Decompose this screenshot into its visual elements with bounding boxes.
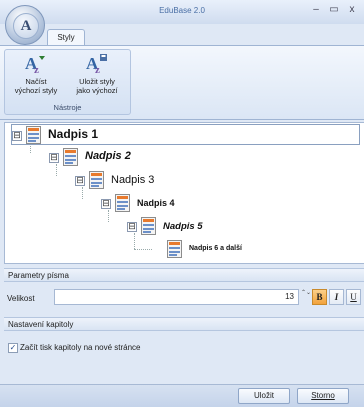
save-styles-label-2: jako výchozí [76, 86, 118, 95]
app-logo-icon: A [13, 13, 39, 39]
tree-connector [134, 249, 152, 250]
new-page-checkbox-label: Začít tisk kapitoly na nové stránce [20, 343, 141, 352]
style-doc-icon [141, 217, 156, 235]
tree-item-nadpis-5[interactable]: ⊟ Nadpis 5 [127, 216, 327, 236]
chapter-settings-header: Nastavení kapitoly [4, 317, 364, 331]
ribbon: A z Načíst výchozí styly A z Uložit styl… [0, 45, 364, 120]
italic-button[interactable]: I [329, 289, 344, 305]
load-styles-icon: A z [25, 54, 45, 75]
title-bar: EduBase 2.0 – ▭ x [0, 0, 364, 24]
app-menu-button[interactable]: A [5, 5, 45, 45]
collapse-icon[interactable]: ⊟ [101, 199, 111, 209]
svg-text:z: z [95, 64, 100, 75]
heading-styles-tree: ⊟ Nadpis 1 ⊟ Nadpis 2 ⊟ Nadpis 3 ⊟ Nadpi… [4, 122, 364, 264]
bold-button[interactable]: B [312, 289, 327, 305]
tree-item-label: Nadpis 5 [163, 221, 203, 232]
style-doc-icon [63, 148, 78, 166]
cancel-label: Storno [311, 391, 335, 400]
collapse-icon[interactable]: ⊟ [75, 176, 85, 186]
size-spinner[interactable]: ⌃⌄ [301, 289, 311, 305]
tree-item-label: Nadpis 2 [85, 150, 131, 162]
font-params-header: Parametry písma [4, 268, 364, 282]
underline-button[interactable]: U [346, 289, 361, 305]
collapse-icon[interactable]: ⊟ [49, 153, 59, 163]
collapse-icon[interactable]: ⊟ [12, 131, 22, 141]
style-doc-icon [26, 126, 41, 144]
tree-item-nadpis-6[interactable]: Nadpis 6 a další [155, 239, 355, 259]
load-styles-label-1: Načíst [25, 77, 47, 86]
minimize-button[interactable]: – [309, 3, 323, 17]
tree-item-nadpis-3[interactable]: ⊟ Nadpis 3 [75, 170, 275, 190]
maximize-button[interactable]: ▭ [327, 3, 341, 17]
tree-item-nadpis-1[interactable]: ⊟ Nadpis 1 [11, 124, 360, 145]
new-page-checkbox[interactable]: ✓ [8, 343, 18, 353]
tree-item-label: Nadpis 4 [137, 198, 175, 208]
tree-item-label: Nadpis 6 a další [189, 245, 242, 252]
collapse-icon[interactable]: ⊟ [127, 222, 137, 232]
ribbon-group-tools: A z Načíst výchozí styly A z Uložit styl… [4, 49, 131, 115]
ribbon-group-label: Nástroje [53, 103, 82, 112]
tab-styly[interactable]: Styly [47, 29, 85, 46]
cancel-button[interactable]: Storno [297, 388, 349, 404]
style-doc-icon [89, 171, 104, 189]
tree-item-nadpis-4[interactable]: ⊟ Nadpis 4 [101, 193, 301, 213]
size-input[interactable]: 13 [54, 289, 299, 305]
dialog-buttons-bar: Uložit Storno [0, 384, 364, 407]
style-doc-icon [115, 194, 130, 212]
svg-text:z: z [34, 64, 39, 75]
save-styles-icon: A z [86, 54, 107, 75]
tree-item-label: Nadpis 3 [111, 174, 155, 186]
load-styles-label-2: výchozí styly [14, 86, 58, 95]
save-styles-label-1: Uložit styly [79, 77, 115, 86]
close-button[interactable]: x [345, 3, 359, 17]
save-button[interactable]: Uložit [238, 388, 290, 404]
tree-item-label: Nadpis 1 [48, 127, 99, 141]
size-label: Velikost [7, 294, 35, 303]
app-window: EduBase 2.0 – ▭ x A Styly A z Načíst výc… [0, 0, 364, 407]
style-doc-icon [167, 240, 182, 258]
tree-item-nadpis-2[interactable]: ⊟ Nadpis 2 [49, 147, 249, 167]
save-as-default-styles-button[interactable]: A z Uložit styly jako výchozí [69, 52, 125, 100]
load-default-styles-button[interactable]: A z Načíst výchozí styly [8, 52, 64, 100]
